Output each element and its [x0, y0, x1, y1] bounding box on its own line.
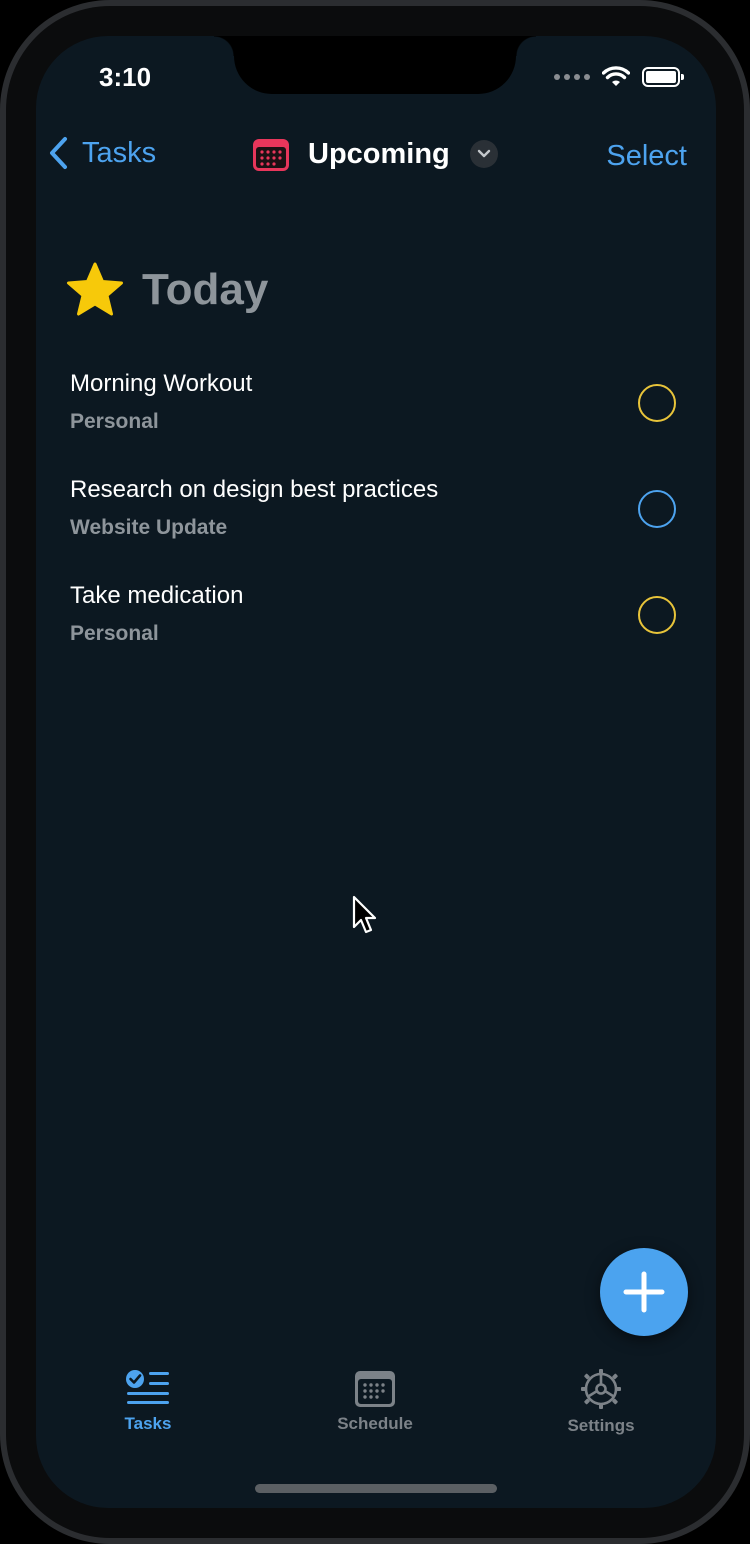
chevron-left-icon [50, 137, 67, 169]
task-title: Research on design best practices [70, 476, 439, 503]
gear-icon [581, 1369, 621, 1409]
cellular-signal-icon [554, 74, 590, 80]
task-list-name: Personal [70, 410, 159, 433]
complete-checkbox[interactable] [638, 490, 676, 528]
task-row[interactable]: Morning Workout Personal [70, 370, 690, 450]
battery-icon [642, 67, 684, 87]
status-time: 3:10 [99, 62, 152, 92]
back-button[interactable]: Tasks [48, 136, 156, 170]
task-title: Morning Workout [70, 370, 253, 397]
calendar-icon [355, 1371, 395, 1407]
task-list-name: Website Update [70, 516, 228, 539]
tab-label: Settings [567, 1416, 635, 1435]
tasks-checklist-icon [126, 1370, 169, 1404]
add-task-button[interactable] [600, 1248, 688, 1336]
calendar-icon [253, 139, 289, 171]
navigation-bar: Tasks Upcoming Select [0, 130, 750, 182]
task-row[interactable]: Research on design best practices Websit… [70, 476, 690, 556]
chevron-down-icon[interactable] [469, 140, 498, 168]
section-title: Today [142, 265, 269, 314]
complete-checkbox[interactable] [638, 384, 676, 422]
home-indicator[interactable] [255, 1484, 497, 1493]
complete-checkbox[interactable] [638, 596, 676, 634]
tab-bar: Tasks Schedule Settings [36, 1368, 716, 1458]
list-picker[interactable]: Upcoming [252, 136, 498, 172]
plus-icon [623, 1271, 665, 1313]
notch [214, 36, 536, 94]
section-header: Today [66, 262, 268, 318]
task-row[interactable]: Take medication Personal [70, 582, 690, 662]
tab-settings[interactable]: Settings [531, 1368, 671, 1436]
star-icon [67, 262, 123, 316]
task-title: Take medication [70, 582, 244, 609]
status-indicators [554, 66, 684, 88]
mouse-cursor-icon [352, 895, 377, 934]
wifi-icon [602, 66, 630, 86]
task-list-name: Personal [70, 622, 159, 645]
tab-schedule[interactable]: Schedule [305, 1368, 445, 1434]
tab-label: Schedule [337, 1414, 413, 1433]
tab-label: Tasks [124, 1414, 172, 1433]
page-title: Upcoming [308, 137, 450, 170]
tab-tasks[interactable]: Tasks [78, 1368, 218, 1434]
select-button[interactable]: Select [606, 140, 687, 173]
back-button-label: Tasks [82, 136, 157, 169]
